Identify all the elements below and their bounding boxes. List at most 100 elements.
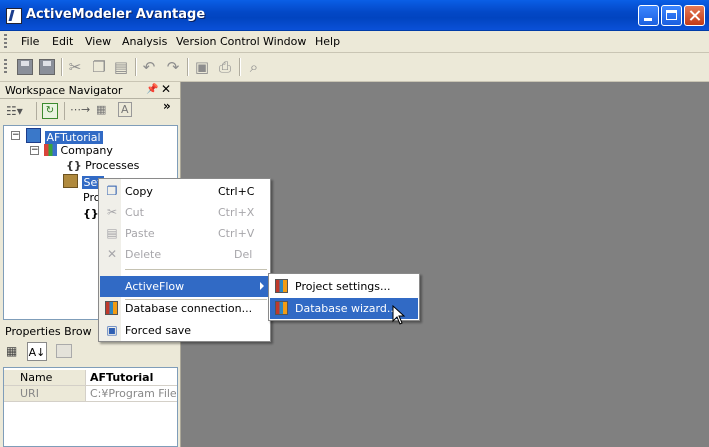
- title-bar[interactable]: ActiveModeler Avantage: [0, 0, 709, 31]
- tree-collapse-toggle[interactable]: −: [11, 131, 20, 140]
- tree-collapse-toggle[interactable]: −: [30, 146, 39, 155]
- folder-icon: [63, 174, 78, 188]
- search-icon[interactable]: ⌕: [246, 59, 262, 75]
- toolbar-separator: [61, 58, 63, 76]
- submenu-arrow-icon: [260, 282, 264, 290]
- menu-item-project-settings[interactable]: Project settings...: [270, 276, 418, 297]
- tree-node-braces[interactable]: {}: [83, 206, 99, 221]
- properties-toolbar: ▦ A↓: [0, 340, 180, 366]
- property-name: Name: [4, 370, 86, 385]
- undo-icon[interactable]: ↶: [141, 59, 157, 75]
- shortcut-label: Ctrl+C: [218, 185, 255, 198]
- copy-icon[interactable]: ❐: [91, 59, 107, 75]
- tree-node-label: Company: [60, 144, 113, 157]
- database-icon: [275, 301, 288, 315]
- copy-icon: ❐: [106, 184, 118, 198]
- navigator-header: Workspace Navigator 📌 ✕: [0, 82, 180, 99]
- print-icon[interactable]: ⎙: [217, 59, 233, 75]
- toolbar-grip[interactable]: [4, 59, 7, 75]
- braces-icon: {}: [66, 159, 82, 172]
- layout-dropdown-icon[interactable]: ☷▾: [6, 104, 23, 118]
- property-name: URI: [4, 386, 86, 401]
- close-button[interactable]: [684, 5, 705, 26]
- font-icon[interactable]: A: [118, 102, 132, 117]
- menu-item-database-connection[interactable]: Database connection...: [100, 298, 269, 319]
- property-grid[interactable]: Name AFTutorial URI C:¥Program Files¥A: [3, 367, 178, 447]
- menu-item-label: Cut: [125, 206, 144, 219]
- toolbar-separator: [135, 58, 137, 76]
- panel-close-icon[interactable]: ✕: [161, 82, 171, 96]
- menu-item-label: Delete: [125, 248, 162, 261]
- menu-file[interactable]: File: [21, 35, 39, 48]
- print-preview-icon[interactable]: ▣: [194, 59, 210, 75]
- window-title: ActiveModeler Avantage: [26, 7, 206, 22]
- property-value[interactable]: AFTutorial: [88, 370, 177, 385]
- navigator-title: Workspace Navigator: [5, 84, 123, 97]
- redo-icon[interactable]: ↷: [165, 59, 181, 75]
- tree-node-processes[interactable]: {} Processes: [66, 158, 139, 173]
- menu-item-label: Database wizard...: [295, 302, 398, 315]
- menu-item-label: Forced save: [125, 324, 191, 337]
- menu-edit[interactable]: Edit: [52, 35, 73, 48]
- sort-alphabetical-icon[interactable]: A↓: [27, 342, 47, 361]
- toolbar-separator: [187, 58, 189, 76]
- menu-analysis[interactable]: Analysis: [122, 35, 167, 48]
- pin-icon[interactable]: 📌: [146, 84, 158, 95]
- menu-bar: File Edit View Analysis Version Control …: [0, 31, 709, 53]
- link-icon[interactable]: ⋯→: [70, 103, 90, 116]
- database-icon: [105, 301, 118, 315]
- properties-title: Properties Brow: [5, 325, 92, 338]
- save-icon[interactable]: [17, 59, 33, 75]
- property-pages-icon[interactable]: [56, 344, 72, 358]
- tree-node-project[interactable]: AFTutorial: [26, 128, 103, 144]
- filter-icon[interactable]: ▦: [96, 103, 106, 116]
- property-row[interactable]: Name AFTutorial: [4, 370, 177, 386]
- maximize-button[interactable]: [661, 5, 682, 26]
- toolbar-separator: [64, 102, 65, 120]
- paste-icon[interactable]: ▤: [113, 59, 129, 75]
- tree-node-label: Processes: [85, 159, 140, 172]
- navigator-toolbar: ☷▾ ↻ ⋯→ ▦ A »: [0, 99, 180, 124]
- menu-item-label: Database connection...: [125, 302, 253, 315]
- toolbar-separator: [239, 58, 241, 76]
- project-icon: [26, 128, 41, 143]
- overflow-chevron[interactable]: »: [163, 99, 171, 113]
- menu-item-activeflow[interactable]: ActiveFlow: [100, 276, 269, 297]
- cut-icon: ✂: [106, 205, 118, 219]
- tree-node-company[interactable]: Company: [44, 143, 113, 158]
- menu-separator: [125, 269, 267, 270]
- minimize-button[interactable]: [638, 5, 659, 26]
- property-value[interactable]: C:¥Program Files¥A: [88, 386, 177, 401]
- delete-icon: ✕: [106, 247, 118, 261]
- save-all-icon[interactable]: [39, 59, 55, 75]
- menu-item-delete[interactable]: ✕ Delete Del: [100, 244, 269, 265]
- categorized-icon[interactable]: ▦: [6, 344, 17, 358]
- menu-version-control[interactable]: Version Control: [176, 35, 260, 48]
- shortcut-label: Ctrl+V: [218, 227, 255, 240]
- menu-item-cut[interactable]: ✂ Cut Ctrl+X: [100, 202, 269, 223]
- menu-item-forced-save[interactable]: ▣ Forced save: [100, 320, 269, 341]
- menu-help[interactable]: Help: [315, 35, 340, 48]
- cut-icon[interactable]: ✂: [67, 59, 83, 75]
- shortcut-label: Del: [234, 248, 253, 261]
- menu-item-label: Paste: [125, 227, 155, 240]
- paste-icon: ▤: [106, 226, 118, 240]
- menu-item-label: Copy: [125, 185, 153, 198]
- menu-item-paste[interactable]: ▤ Paste Ctrl+V: [100, 223, 269, 244]
- main-toolbar: ✂ ❐ ▤ ↶ ↷ ▣ ⎙ ⌕: [0, 53, 709, 82]
- application-window: ActiveModeler Avantage File Edit View An…: [0, 0, 709, 447]
- menu-view[interactable]: View: [85, 35, 111, 48]
- shortcut-label: Ctrl+X: [218, 206, 255, 219]
- menu-window[interactable]: Window: [263, 35, 306, 48]
- property-row[interactable]: URI C:¥Program Files¥A: [4, 386, 177, 402]
- menubar-grip[interactable]: [4, 34, 7, 49]
- braces-icon: {}: [83, 207, 99, 220]
- menu-item-label: Project settings...: [295, 280, 391, 293]
- mouse-cursor-icon: [392, 305, 406, 325]
- organization-icon: [44, 144, 57, 156]
- menu-item-copy[interactable]: ❐ Copy Ctrl+C: [100, 181, 269, 202]
- save-icon: ▣: [106, 323, 118, 337]
- database-icon: [275, 279, 288, 293]
- refresh-icon[interactable]: ↻: [42, 103, 58, 119]
- context-menu: ❐ Copy Ctrl+C ✂ Cut Ctrl+X ▤ Paste Ctrl+…: [98, 178, 271, 342]
